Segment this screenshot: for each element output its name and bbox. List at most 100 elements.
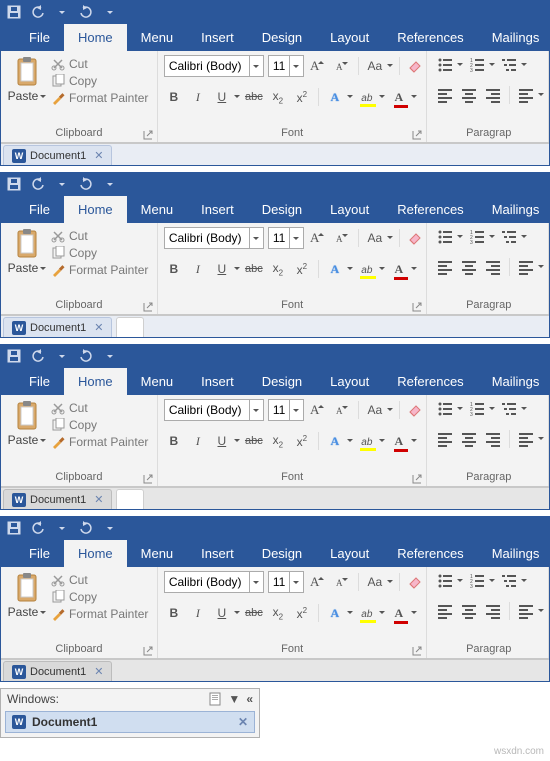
qat-customize-icon[interactable] xyxy=(103,5,117,19)
numbering-button[interactable] xyxy=(467,399,487,419)
font-launcher-icon[interactable] xyxy=(412,474,422,484)
subscript-button[interactable]: x2 xyxy=(268,603,288,623)
strike-button[interactable]: abc xyxy=(244,431,264,451)
align-left-button[interactable] xyxy=(435,601,455,621)
tab-home[interactable]: Home xyxy=(64,368,127,395)
font-size-combo[interactable] xyxy=(268,55,304,77)
undo-icon[interactable] xyxy=(31,177,45,191)
text-effects-button[interactable]: A xyxy=(325,431,345,451)
grow-font-button[interactable] xyxy=(308,228,328,248)
font-launcher-icon[interactable] xyxy=(412,302,422,312)
clipboard-launcher-icon[interactable] xyxy=(143,474,153,484)
strike-button[interactable]: abc xyxy=(244,87,264,107)
line-spacing-button[interactable] xyxy=(516,257,536,277)
tab-file[interactable]: File xyxy=(15,196,64,223)
tab-insert[interactable]: Insert xyxy=(187,540,248,567)
font-size-combo[interactable] xyxy=(268,399,304,421)
shrink-font-button[interactable] xyxy=(332,572,352,592)
tab-layout[interactable]: Layout xyxy=(316,24,383,51)
line-spacing-button[interactable] xyxy=(516,429,536,449)
grow-font-button[interactable] xyxy=(308,56,328,76)
align-right-button[interactable] xyxy=(483,257,503,277)
panel-dd-icon[interactable]: ▼ xyxy=(228,692,240,706)
italic-button[interactable]: I xyxy=(188,603,208,623)
font-name-input[interactable] xyxy=(165,56,249,76)
font-size-input[interactable] xyxy=(269,56,289,76)
tab-design[interactable]: Design xyxy=(248,540,316,567)
undo-dd-icon[interactable] xyxy=(55,5,69,19)
align-left-button[interactable] xyxy=(435,85,455,105)
bullets-button[interactable] xyxy=(435,227,455,247)
font-launcher-icon[interactable] xyxy=(412,130,422,140)
highlight-button[interactable]: ab xyxy=(357,603,377,623)
paste-button[interactable]: Paste xyxy=(7,399,47,447)
tab-design[interactable]: Design xyxy=(248,368,316,395)
bold-button[interactable]: B xyxy=(164,259,184,279)
tab-references[interactable]: References xyxy=(383,540,477,567)
clipboard-launcher-icon[interactable] xyxy=(143,302,153,312)
redo-icon[interactable] xyxy=(79,521,93,535)
font-color-button[interactable]: A xyxy=(389,431,409,451)
tab-mailings[interactable]: Mailings xyxy=(478,196,550,223)
change-case-button[interactable]: Aa xyxy=(365,572,385,592)
font-size-dd-icon[interactable] xyxy=(289,572,303,592)
copy-button[interactable]: Copy xyxy=(51,418,148,432)
align-center-button[interactable] xyxy=(459,85,479,105)
font-size-combo[interactable] xyxy=(268,571,304,593)
format-painter-button[interactable]: Format Painter xyxy=(51,263,148,277)
bullets-button[interactable] xyxy=(435,399,455,419)
text-effects-button[interactable]: A xyxy=(325,603,345,623)
tab-references[interactable]: References xyxy=(383,368,477,395)
font-name-dd-icon[interactable] xyxy=(249,56,263,76)
tab-menu[interactable]: Menu xyxy=(127,24,188,51)
qat-customize-icon[interactable] xyxy=(103,177,117,191)
tab-references[interactable]: References xyxy=(383,196,477,223)
cut-button[interactable]: Cut xyxy=(51,57,148,71)
shrink-font-button[interactable] xyxy=(332,56,352,76)
align-center-button[interactable] xyxy=(459,601,479,621)
document-tab[interactable]: W Document1 ✕ xyxy=(3,489,112,509)
subscript-button[interactable]: x2 xyxy=(268,431,288,451)
clear-format-button[interactable] xyxy=(406,400,426,420)
numbering-button[interactable] xyxy=(467,227,487,247)
align-center-button[interactable] xyxy=(459,257,479,277)
cut-button[interactable]: Cut xyxy=(51,573,148,587)
text-effects-button[interactable]: A xyxy=(325,259,345,279)
tab-home[interactable]: Home xyxy=(64,24,127,51)
font-launcher-icon[interactable] xyxy=(412,646,422,656)
windows-panel-item[interactable]: WDocument1 ✕ xyxy=(5,711,255,733)
close-icon[interactable]: ✕ xyxy=(238,715,248,729)
tab-mailings[interactable]: Mailings xyxy=(478,540,550,567)
copy-button[interactable]: Copy xyxy=(51,74,148,88)
font-size-input[interactable] xyxy=(269,572,289,592)
change-case-button[interactable]: Aa xyxy=(365,228,385,248)
bullets-button[interactable] xyxy=(435,571,455,591)
redo-icon[interactable] xyxy=(79,177,93,191)
line-spacing-button[interactable] xyxy=(516,601,536,621)
font-color-button[interactable]: A xyxy=(389,603,409,623)
superscript-button[interactable]: x2 xyxy=(292,431,312,451)
font-size-dd-icon[interactable] xyxy=(289,228,303,248)
redo-icon[interactable] xyxy=(79,349,93,363)
strike-button[interactable]: abc xyxy=(244,603,264,623)
superscript-button[interactable]: x2 xyxy=(292,259,312,279)
underline-button[interactable]: U xyxy=(212,259,232,279)
font-size-input[interactable] xyxy=(269,228,289,248)
cut-button[interactable]: Cut xyxy=(51,229,148,243)
multilevel-button[interactable] xyxy=(499,571,519,591)
underline-button[interactable]: U xyxy=(212,87,232,107)
highlight-button[interactable]: ab xyxy=(357,87,377,107)
undo-icon[interactable] xyxy=(31,349,45,363)
document-tab[interactable]: W Document1 ✕ xyxy=(3,145,112,165)
change-case-button[interactable]: Aa xyxy=(365,56,385,76)
bold-button[interactable]: B xyxy=(164,87,184,107)
font-size-input[interactable] xyxy=(269,400,289,420)
tab-menu[interactable]: Menu xyxy=(127,540,188,567)
grow-font-button[interactable] xyxy=(308,572,328,592)
font-name-combo[interactable] xyxy=(164,227,264,249)
clear-format-button[interactable] xyxy=(406,228,426,248)
grow-font-button[interactable] xyxy=(308,400,328,420)
align-left-button[interactable] xyxy=(435,429,455,449)
bullets-button[interactable] xyxy=(435,55,455,75)
undo-icon[interactable] xyxy=(31,521,45,535)
